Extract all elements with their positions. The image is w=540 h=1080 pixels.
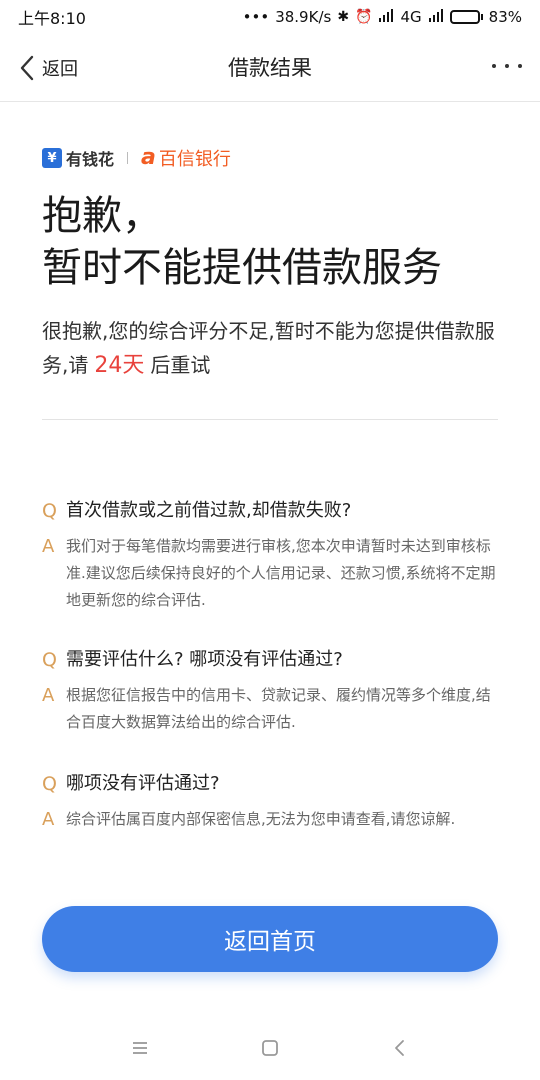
baixin-logo-icon: a — [141, 145, 156, 170]
more-dot-icon — [492, 64, 496, 68]
back-label: 返回 — [42, 59, 78, 80]
youqianhua-logo: ¥ 有钱花 — [42, 146, 114, 170]
status-right: ••• 38.9K/s ✱ ⏰ 4G 83% — [243, 8, 522, 26]
faq-answer-text: 综合评估属百度内部保密信息,无法为您申请查看,请您谅解. — [66, 810, 456, 828]
answer-mark: A — [42, 536, 55, 557]
bluetooth-icon: ✱ — [337, 9, 350, 25]
faq-item: Q 需要评估什么? 哪项没有评估通过? A 根据您征信报告中的信用卡、贷款记录、… — [42, 646, 498, 736]
headline-line-1: 抱歉， — [42, 193, 162, 239]
partner-logos: ¥ 有钱花 a 百信银行 — [42, 144, 231, 172]
baixin-logo-text: 百信银行 — [158, 149, 231, 170]
question-mark: Q — [42, 649, 57, 671]
faq-answer: A 根据您征信报告中的信用卡、贷款记录、履约情况等多个维度,结合百度大数据算法给… — [42, 682, 498, 736]
system-back-button[interactable] — [380, 1028, 420, 1068]
back-button[interactable]: 返回 — [18, 52, 78, 84]
faq-question-text: 首次借款或之前借过款,却借款失败? — [66, 500, 352, 521]
network-type: 4G — [400, 8, 422, 26]
message-part-2: 后重试 — [150, 353, 211, 377]
battery-percent: 83% — [488, 8, 522, 26]
page-title: 借款结果 — [228, 56, 312, 80]
hd-signal-icon — [378, 8, 394, 26]
question-mark: Q — [42, 500, 57, 522]
nav-bar: 返回 借款结果 — [0, 34, 540, 102]
faq-answer: A 我们对于每笔借款均需要进行审核,您本次申请暂时未达到审核标准.建议您后续保持… — [42, 533, 498, 614]
menu-button[interactable] — [120, 1028, 160, 1068]
faq-answer-text: 我们对于每笔借款均需要进行审核,您本次申请暂时未达到审核标准.建议您后续保持良好… — [66, 537, 496, 609]
result-message: 很抱歉,您的综合评分不足,暂时不能为您提供借款服务,请 24天 后重试 — [42, 314, 502, 383]
alarm-icon: ⏰ — [355, 9, 373, 25]
return-home-button[interactable]: 返回首页 — [42, 906, 498, 972]
more-menu-button[interactable] — [492, 56, 522, 76]
question-mark: Q — [42, 773, 57, 795]
faq-question: Q 首次借款或之前借过款,却借款失败? — [42, 497, 498, 525]
headline-line-2: 暂时不能提供借款服务 — [42, 245, 442, 291]
logo-divider — [127, 152, 129, 164]
answer-mark: A — [42, 685, 55, 706]
faq-item: Q 哪项没有评估通过? A 综合评估属百度内部保密信息,无法为您申请查看,请您谅… — [42, 770, 498, 833]
status-time: 上午8:10 — [18, 9, 86, 28]
faq-answer: A 综合评估属百度内部保密信息,无法为您申请查看,请您谅解. — [42, 806, 498, 833]
net-speed: 38.9K/s — [275, 8, 332, 26]
answer-mark: A — [42, 809, 55, 830]
youqianhua-logo-text: 有钱花 — [66, 150, 115, 169]
battery-icon — [449, 10, 483, 24]
chevron-left-icon — [20, 55, 34, 81]
faq-question-text: 哪项没有评估通过? — [66, 773, 220, 794]
more-dot-icon — [505, 64, 509, 68]
notification-dots: ••• — [242, 8, 270, 26]
retry-days: 24天 — [94, 353, 145, 378]
section-divider — [42, 419, 498, 420]
more-dot-icon — [518, 64, 522, 68]
baixin-bank-logo: a 百信银行 — [141, 145, 231, 171]
faq-question: Q 需要评估什么? 哪项没有评估通过? — [42, 646, 498, 674]
youqianhua-logo-icon: ¥ — [42, 148, 62, 168]
square-icon — [262, 1040, 278, 1056]
system-nav-bar — [0, 1020, 540, 1076]
result-headline: 抱歉， 暂时不能提供借款服务 — [42, 190, 512, 294]
menu-icon — [133, 1042, 147, 1054]
home-button[interactable] — [250, 1028, 290, 1068]
faq-question: Q 哪项没有评估通过? — [42, 770, 498, 798]
status-bar: 上午8:10 ••• 38.9K/s ✱ ⏰ 4G 83% — [0, 0, 540, 34]
chevron-left-icon — [395, 1040, 404, 1056]
faq-answer-text: 根据您征信报告中的信用卡、贷款记录、履约情况等多个维度,结合百度大数据算法给出的… — [66, 686, 491, 731]
faq-item: Q 首次借款或之前借过款,却借款失败? A 我们对于每笔借款均需要进行审核,您本… — [42, 497, 498, 614]
faq-question-text: 需要评估什么? 哪项没有评估通过? — [66, 649, 343, 670]
signal-icon — [428, 8, 444, 26]
